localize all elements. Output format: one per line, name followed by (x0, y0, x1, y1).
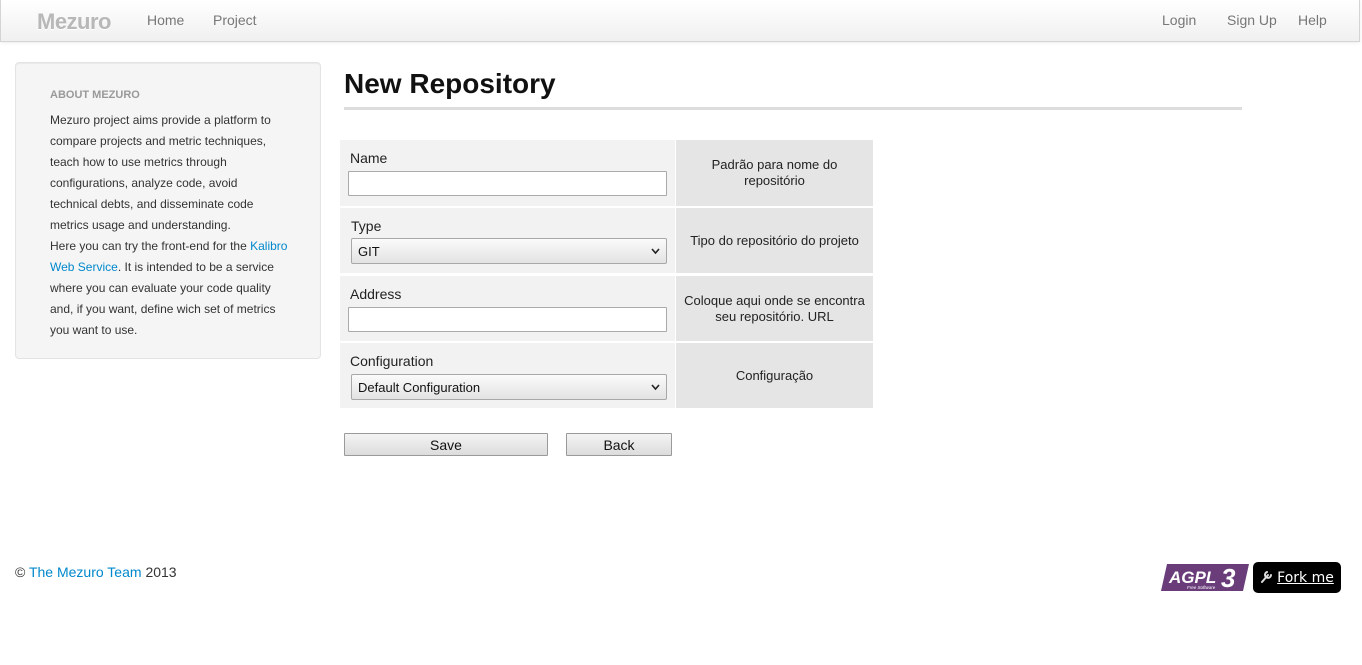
agpl-subtext: Free Software (1187, 585, 1216, 590)
name-input[interactable] (348, 171, 667, 196)
about-text: Mezuro project aims provide a platform t… (50, 110, 288, 341)
wrench-icon (1260, 568, 1274, 588)
page-title: New Repository (344, 68, 556, 99)
configuration-field-cell: Configuration Default Configuration (340, 343, 675, 408)
type-label: Type (351, 218, 382, 234)
chevron-down-icon (651, 380, 660, 399)
brand-text: Mezuro (37, 9, 112, 34)
configuration-select[interactable]: Default Configuration (351, 374, 667, 400)
nav-help-link[interactable]: Help (1298, 12, 1327, 28)
configuration-select-value: Default Configuration (358, 380, 481, 395)
title-divider (344, 107, 1242, 110)
mezuro-team-link[interactable]: The Mezuro Team (29, 564, 142, 580)
name-help: Padrão para nome do repositório (676, 140, 873, 206)
configuration-label: Configuration (350, 353, 434, 369)
nav-login-link[interactable]: Login (1162, 12, 1196, 28)
address-input[interactable] (348, 307, 667, 332)
top-navbar: Mezuro Home Project Login Sign Up Help (0, 0, 1360, 42)
nav-project-link[interactable]: Project (213, 12, 257, 28)
type-select[interactable]: GIT (351, 238, 667, 264)
name-field-cell: Name (340, 140, 675, 206)
back-button[interactable]: Back (566, 433, 672, 456)
copyright-symbol: © (15, 564, 26, 580)
about-header: ABOUT MEZURO (50, 89, 140, 101)
agpl-badge-link[interactable]: AGPL 3 Free Software (1161, 563, 1249, 593)
save-button[interactable]: Save (344, 433, 548, 456)
about-paragraph-2-start: Here you can try the front-end for the (50, 239, 251, 253)
configuration-help: Configuração (676, 343, 873, 408)
name-label: Name (350, 150, 388, 166)
about-paragraph-1: Mezuro project aims provide a platform t… (50, 113, 271, 232)
about-sidebar: ABOUT MEZURO Mezuro project aims provide… (15, 62, 321, 359)
fork-me-button[interactable]: Fork me (1253, 562, 1341, 593)
chevron-down-icon (651, 244, 660, 263)
agpl-version: 3 (1221, 563, 1236, 592)
agpl-logo: AGPL 3 Free Software (1161, 563, 1249, 593)
nav-home-link[interactable]: Home (147, 12, 184, 28)
type-select-value: GIT (358, 244, 380, 259)
nav-signup-link[interactable]: Sign Up (1227, 12, 1277, 28)
type-field-cell: Type GIT (340, 208, 675, 273)
footer-copyright: © The Mezuro Team 2013 (15, 564, 177, 580)
address-field-cell: Address (340, 276, 675, 341)
type-help: Tipo do repositório do projeto (676, 208, 873, 273)
address-help: Coloque aqui onde se encontra seu reposi… (676, 276, 873, 341)
fork-me-label: Fork me (1277, 569, 1334, 586)
brand-logo[interactable]: Mezuro (37, 9, 112, 35)
address-label: Address (350, 286, 402, 302)
copyright-year: 2013 (145, 564, 177, 580)
